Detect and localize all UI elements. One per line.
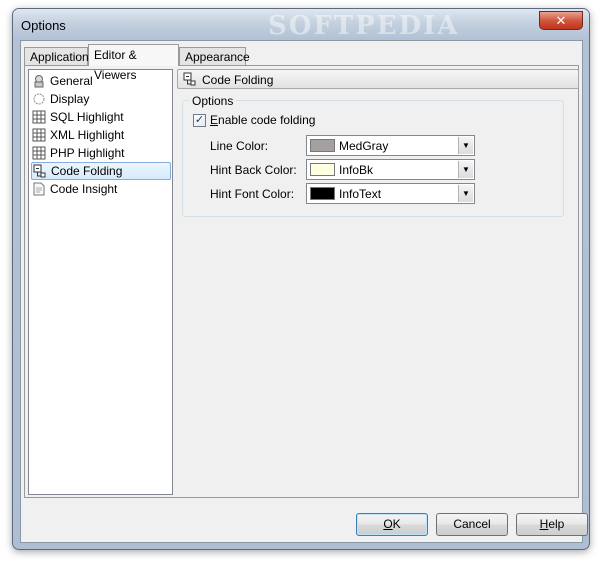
hint-back-color-select[interactable]: InfoBk ▼ [306,159,475,180]
line-color-swatch [310,139,335,152]
tree-item-php-highlight[interactable]: PHP Highlight [31,144,172,162]
tree-item-display[interactable]: Display [31,90,172,108]
window-title: Options [21,18,66,33]
tab-application-label: Application [30,50,89,64]
tab-panel: General Display SQL Highlight XML Highli… [24,65,579,498]
tree-item-code-folding[interactable]: Code Folding [31,162,171,180]
tree-item-sql-highlight[interactable]: SQL Highlight [31,108,172,126]
chevron-down-icon[interactable]: ▼ [458,185,473,202]
group-title: Options [189,94,237,108]
tree-item-label: PHP Highlight [50,146,125,160]
general-icon [34,75,44,88]
display-icon [33,93,45,105]
tab-application[interactable]: Application [24,47,89,66]
grid-icon [32,128,46,142]
hint-font-color-swatch [310,187,335,200]
settings-pane: Code Folding Options ✓ Enable code foldi… [177,69,579,495]
ok-button[interactable]: OK [356,513,428,536]
grid-icon [32,146,46,160]
dialog-client: Application Editor & Viewers Appearance … [20,40,588,543]
tree-item-label: Display [50,92,90,106]
help-button[interactable]: Help [516,513,588,536]
tree-item-label: Code Insight [50,182,118,196]
tab-appearance[interactable]: Appearance [179,47,250,66]
tab-editor-viewers-label: Editor & Viewers [94,48,137,82]
line-color-label: Line Color: [210,139,269,153]
tree-item-label: SQL Highlight [50,110,124,124]
pane-title: Code Folding [202,73,274,87]
watermark-text: SOFTPEDIA [268,11,460,41]
line-color-select[interactable]: MedGray ▼ [306,135,475,156]
tab-appearance-label: Appearance [185,50,250,64]
tab-editor-viewers[interactable]: Editor & Viewers [88,44,179,82]
close-icon: ✕ [555,12,567,28]
code-folding-icon [183,72,196,86]
options-window: Options SOFTPEDIA ✕ Application Editor &… [12,8,590,550]
options-tree[interactable]: General Display SQL Highlight XML Highli… [28,69,173,495]
close-button[interactable]: ✕ [539,11,583,30]
hint-back-color-swatch [310,163,335,176]
hint-back-color-value: InfoBk [339,163,374,177]
line-color-value: MedGray [339,139,389,153]
hint-font-color-value: InfoText [339,187,382,201]
code-folding-icon [33,164,46,178]
cancel-button[interactable]: Cancel [436,513,508,536]
tree-item-xml-highlight[interactable]: XML Highlight [31,126,172,144]
enable-code-folding-label: Enable code folding [210,113,316,127]
options-group: Options ✓ Enable code folding Line Color… [182,94,564,217]
hint-font-color-label: Hint Font Color: [210,187,295,201]
hint-font-color-select[interactable]: InfoText ▼ [306,183,475,204]
tree-item-label: Code Folding [51,164,123,178]
enable-code-folding-checkbox[interactable]: ✓ [193,114,206,127]
chevron-down-icon[interactable]: ▼ [458,137,473,154]
pane-header: Code Folding [177,69,579,89]
hint-back-color-label: Hint Back Color: [210,163,297,177]
chevron-down-icon[interactable]: ▼ [458,161,473,178]
tree-item-label: General [50,74,93,88]
tree-item-code-insight[interactable]: Code Insight [31,180,172,198]
grid-icon [32,110,46,124]
code-insight-icon [33,182,45,196]
title-bar[interactable]: Options SOFTPEDIA ✕ [13,9,589,41]
tree-item-label: XML Highlight [50,128,125,142]
